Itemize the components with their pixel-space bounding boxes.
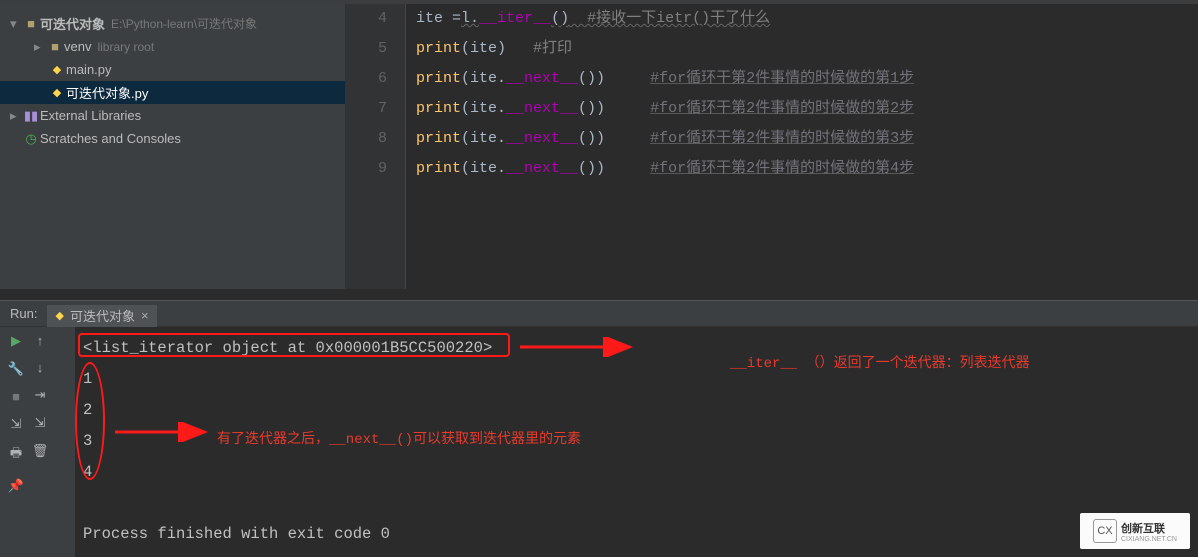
folder-icon: ■ (46, 39, 64, 54)
code-line: print(ite.__next__()) #for循环干第2件事情的时候做的第… (416, 94, 1198, 124)
watermark-logo: CX (1093, 519, 1117, 543)
exit-icon[interactable]: ⇲ (11, 416, 22, 432)
scroll-icon[interactable]: ⇲ (35, 415, 46, 431)
arrow-right-icon (115, 422, 215, 442)
file-active[interactable]: ◆ 可迭代对象.py (0, 81, 345, 104)
watermark-sub: CIXIANG.NET.CN (1121, 536, 1177, 543)
code-area[interactable]: ite =l.__iter__() #接收一下ietr()干了什么 print(… (406, 4, 1198, 289)
wrench-icon[interactable]: 🔧 (8, 361, 24, 377)
rerun-icon[interactable]: ▶ (11, 333, 21, 349)
blank-line (83, 488, 1190, 519)
code-line: print(ite) #打印 (416, 34, 1198, 64)
code-editor[interactable]: 4 5 6 7 8 9 ite =l.__iter__() #接收一下ietr(… (346, 4, 1198, 289)
watermark: CX 创新互联 CIXIANG.NET.CN (1080, 513, 1190, 549)
annotation-text-1: __iter__ （）返回了一个迭代器：列表迭代器 (730, 349, 1030, 380)
pin-icon[interactable]: 📌 (8, 478, 24, 494)
run-label: Run: (0, 306, 47, 321)
scratches-node[interactable]: ◷ Scratches and Consoles (0, 127, 345, 150)
chevron-down-icon[interactable]: ▾ (10, 16, 22, 32)
run-body: ▶ 🔧 ■ ⇲ 🖶 📌 ↑ ↓ ⇥ ⇲ 🗑 <list_iterator obj… (0, 327, 1198, 557)
external-label: External Libraries (40, 108, 141, 123)
project-root[interactable]: ▾ ■ 可迭代对象 E:\Python-learn\可迭代对象 (0, 12, 345, 35)
scratches-label: Scratches and Consoles (40, 131, 181, 146)
code-line: print(ite.__next__()) #for循环干第2件事情的时候做的第… (416, 124, 1198, 154)
project-path: E:\Python-learn\可迭代对象 (111, 15, 257, 32)
annotation-text-2: 有了迭代器之后，__next__()可以获取到迭代器里的元素 (217, 425, 581, 456)
stop-icon[interactable]: ■ (12, 389, 20, 404)
libraries-icon: ▮▮ (22, 108, 40, 124)
line-number: 8 (346, 124, 387, 154)
code-line: print(ite.__next__()) #for循环干第2件事情的时候做的第… (416, 64, 1198, 94)
file-label: main.py (66, 62, 112, 77)
line-number: 5 (346, 34, 387, 64)
line-number: 7 (346, 94, 387, 124)
project-tree: ▾ ■ 可迭代对象 E:\Python-learn\可迭代对象 ▸ ■ venv… (0, 4, 346, 289)
project-name: 可迭代对象 (40, 14, 105, 33)
venv-note: library root (97, 40, 154, 54)
down-icon[interactable]: ↓ (37, 360, 44, 375)
code-line: print(ite.__next__()) #for循环干第2件事情的时候做的第… (416, 154, 1198, 184)
top-pane: ▾ ■ 可迭代对象 E:\Python-learn\可迭代对象 ▸ ■ venv… (0, 4, 1198, 289)
folder-icon: ■ (22, 16, 40, 31)
print-icon[interactable]: 🖶 (10, 444, 22, 466)
chevron-right-icon[interactable]: ▸ (10, 108, 22, 124)
python-file-icon: ◆ (48, 63, 66, 76)
console-line: 4 (83, 457, 1190, 488)
close-icon[interactable]: × (141, 308, 149, 323)
scratches-icon: ◷ (22, 131, 40, 147)
soft-wrap-icon[interactable]: ⇥ (35, 387, 46, 403)
line-gutter: 4 5 6 7 8 9 (346, 4, 406, 289)
run-tab-label: 可迭代对象 (70, 306, 135, 325)
external-libraries[interactable]: ▸ ▮▮ External Libraries (0, 104, 345, 127)
line-number: 9 (346, 154, 387, 184)
venv-node[interactable]: ▸ ■ venv library root (0, 35, 345, 58)
run-panel: Run: ◆ 可迭代对象 × ▶ 🔧 ■ ⇲ 🖶 📌 ↑ ↓ ⇥ ⇲ 🗑 (0, 300, 1198, 555)
run-toolbar: ▶ 🔧 ■ ⇲ 🖶 📌 ↑ ↓ ⇥ ⇲ 🗑 (0, 327, 75, 557)
trash-icon[interactable]: 🗑 (32, 443, 49, 459)
arrow-right-icon (520, 337, 640, 357)
python-file-icon: ◆ (48, 86, 66, 99)
run-tab[interactable]: ◆ 可迭代对象 × (47, 305, 156, 327)
run-tab-bar: Run: ◆ 可迭代对象 × (0, 301, 1198, 327)
console-line: 2 (83, 395, 1190, 426)
line-number: 6 (346, 64, 387, 94)
watermark-text: 创新互联 (1121, 520, 1177, 536)
line-number: 4 (346, 4, 387, 34)
code-line: ite =l.__iter__() #接收一下ietr()干了什么 (416, 4, 1198, 34)
file-main[interactable]: ◆ main.py (0, 58, 345, 81)
python-file-icon: ◆ (55, 309, 63, 322)
venv-label: venv (64, 39, 91, 54)
console-line: Process finished with exit code 0 (83, 519, 1190, 550)
chevron-right-icon[interactable]: ▸ (34, 39, 46, 55)
console-output[interactable]: <list_iterator object at 0x000001B5CC500… (75, 327, 1198, 557)
file-label: 可迭代对象.py (66, 83, 148, 102)
up-icon[interactable]: ↑ (37, 333, 44, 348)
